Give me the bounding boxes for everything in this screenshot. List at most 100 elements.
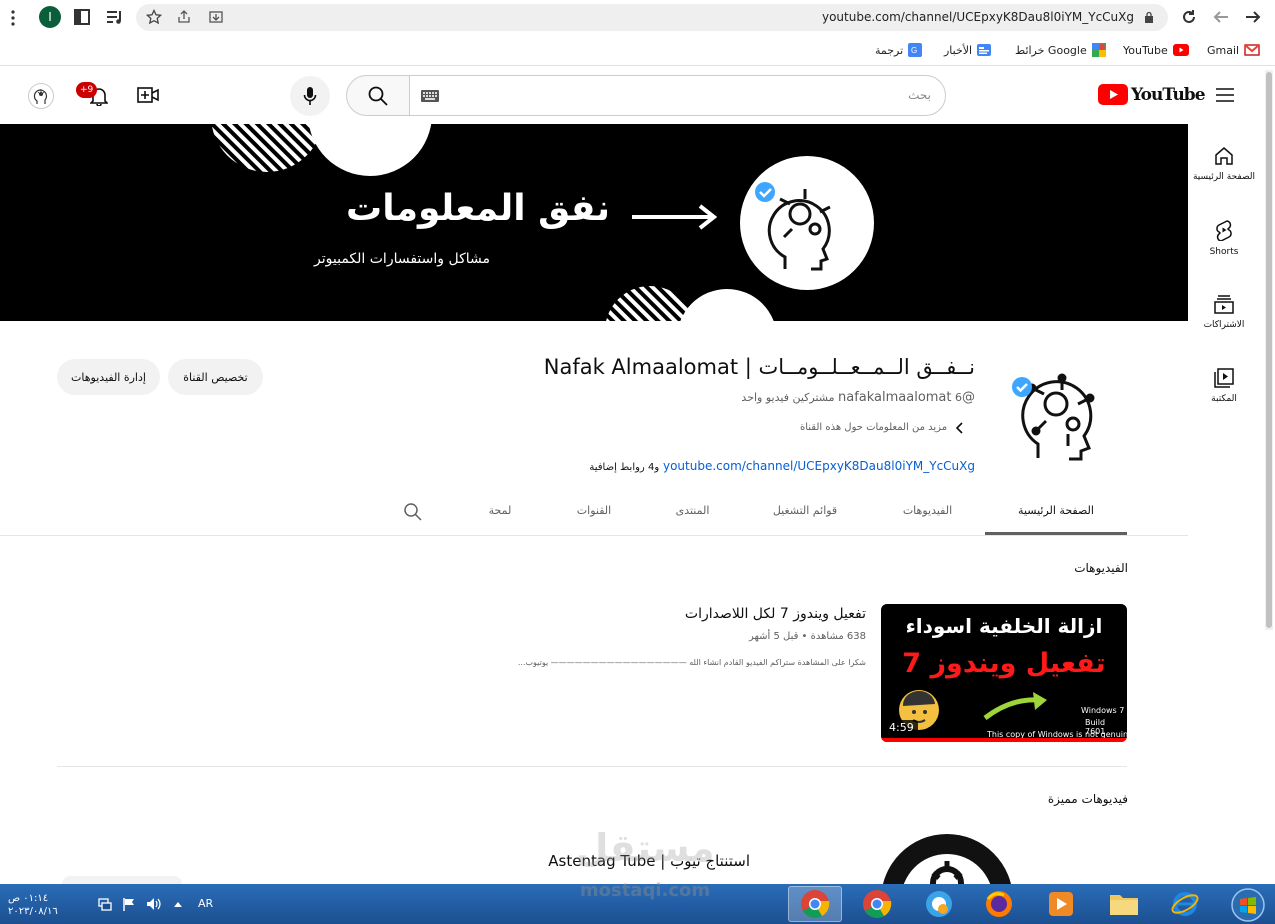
forward-icon[interactable] bbox=[1245, 9, 1261, 25]
taskbar-explorer[interactable] bbox=[1097, 886, 1151, 922]
more-about-text: مزيد من المعلومات حول هذه القناة bbox=[800, 422, 948, 433]
thumb-title-line2: تفعيل ويندوز 7 bbox=[902, 648, 1106, 679]
action-center-flag-icon[interactable] bbox=[122, 897, 136, 911]
customize-channel-button[interactable]: تخصيص القناة bbox=[168, 359, 263, 395]
chrome-icon bbox=[863, 890, 892, 918]
scrollbar-thumb[interactable] bbox=[1266, 72, 1272, 628]
url-text: youtube.com/channel/UCEpxyK8Dau8l0iYM_Yc… bbox=[821, 10, 1134, 24]
network-icon[interactable] bbox=[98, 897, 112, 911]
tab-community[interactable]: المنتدى bbox=[655, 504, 730, 517]
youtube-logo-text: YouTube bbox=[1131, 84, 1206, 105]
chevron-left-icon bbox=[955, 422, 963, 434]
lock-icon[interactable] bbox=[1144, 11, 1154, 23]
browser-toolbar: I youtube.com/channel/UCEpxyK8Dau8l0iYM_… bbox=[0, 0, 1275, 36]
page-scrollbar[interactable] bbox=[1265, 70, 1273, 630]
watermark-ar: مستقل bbox=[575, 826, 715, 870]
install-app-icon[interactable] bbox=[208, 9, 224, 25]
guide-item-library[interactable]: المكتبة bbox=[1188, 354, 1260, 418]
search-icon bbox=[368, 86, 388, 106]
guide-item-label: الاشتراكات bbox=[1203, 320, 1245, 330]
subscribe-button[interactable] bbox=[62, 876, 182, 884]
svg-text:G: G bbox=[911, 46, 917, 55]
back-icon[interactable] bbox=[1213, 9, 1229, 25]
featured-section-heading: فيديوهات مميزة bbox=[1047, 792, 1128, 806]
search-button[interactable] bbox=[346, 75, 410, 116]
microphone-icon bbox=[303, 86, 317, 106]
translate-icon: G bbox=[908, 43, 923, 57]
verified-badge-icon bbox=[1012, 377, 1032, 397]
media-player-icon bbox=[1049, 892, 1073, 916]
create-video-icon[interactable] bbox=[137, 86, 159, 104]
bookmark-label: ترجمة bbox=[875, 43, 904, 57]
voice-search-button[interactable] bbox=[290, 76, 330, 116]
notifications-badge: +9 bbox=[76, 82, 98, 98]
chrome-icon bbox=[801, 890, 830, 918]
channel-meta: @nafakalmaalomat 6 مشتركين فيديو واحد bbox=[690, 390, 975, 405]
tab-videos[interactable]: الفيديوهات bbox=[880, 504, 975, 517]
hamburger-menu-icon[interactable] bbox=[1216, 88, 1234, 102]
keyboard-icon[interactable] bbox=[421, 90, 439, 102]
menu-kebab-icon[interactable] bbox=[11, 10, 15, 26]
shorts-icon bbox=[1215, 219, 1233, 241]
channel-links: و4 روابط إضافية youtube.com/channel/UCEp… bbox=[560, 459, 975, 473]
search-placeholder: بحث bbox=[908, 88, 931, 102]
clock-time: ٠١:١٤ ص bbox=[8, 893, 49, 904]
videos-section-heading: الفيديوهات bbox=[1074, 561, 1128, 575]
profile-avatar[interactable]: I bbox=[39, 6, 61, 28]
guide-item-label: الصفحة الرئيسية bbox=[1192, 172, 1256, 182]
bookmark-news[interactable]: الأخبار bbox=[944, 42, 992, 58]
featured-channel-avatar[interactable] bbox=[880, 833, 1014, 884]
youtube-logo[interactable]: YouTube bbox=[1098, 84, 1206, 105]
tab-channels[interactable]: القنوات bbox=[560, 504, 628, 517]
taskbar-chrome[interactable] bbox=[850, 886, 904, 922]
youtube-logo-icon bbox=[1098, 84, 1128, 105]
media-queue-icon[interactable] bbox=[106, 9, 124, 25]
guide-item-subscriptions[interactable]: الاشتراكات bbox=[1188, 280, 1260, 344]
tabs-divider bbox=[0, 535, 1188, 536]
link-suffix[interactable]: و4 روابط إضافية bbox=[589, 462, 659, 473]
bookmark-label: Gmail bbox=[1207, 43, 1240, 57]
section-divider bbox=[57, 766, 1127, 767]
bookmark-translate[interactable]: ترجمة G bbox=[875, 42, 923, 58]
taskbar-chrome-profile[interactable] bbox=[788, 886, 842, 922]
taskbar-ie[interactable] bbox=[1158, 886, 1212, 922]
video-duration: 4:59 bbox=[885, 720, 918, 735]
tab-playlists[interactable]: قوائم التشغيل bbox=[755, 504, 855, 517]
guide-item-label: Shorts bbox=[1209, 247, 1239, 257]
guide-item-shorts[interactable]: Shorts bbox=[1188, 206, 1260, 270]
manage-videos-button[interactable]: إدارة الفيديوهات bbox=[57, 359, 160, 395]
search-input[interactable]: بحث bbox=[408, 75, 946, 116]
taskbar-firefox[interactable] bbox=[972, 886, 1026, 922]
bookmark-gmail[interactable]: Gmail bbox=[1207, 42, 1260, 58]
banner-subtitle: مشاكل واستفسارات الكمبيوتر bbox=[314, 251, 490, 267]
bookmark-maps[interactable]: خرائط Google bbox=[1015, 42, 1106, 58]
channel-search-icon[interactable] bbox=[404, 503, 422, 521]
tab-about[interactable]: لمحة bbox=[470, 504, 530, 517]
library-icon bbox=[1214, 368, 1234, 388]
channel-link[interactable]: youtube.com/channel/UCEpxyK8Dau8l0iYM_Yc… bbox=[663, 459, 975, 473]
volume-icon[interactable] bbox=[146, 897, 162, 911]
video-title[interactable]: تفعيل ويندوز 7 لكل اللاصدارات bbox=[560, 606, 866, 622]
taskbar-media-player[interactable] bbox=[1034, 886, 1088, 922]
taskbar-app-blue[interactable] bbox=[912, 886, 966, 922]
news-icon bbox=[977, 44, 992, 56]
banner-title: نفق المعلومات bbox=[346, 188, 610, 229]
share-icon[interactable] bbox=[176, 9, 192, 25]
bookmark-star-icon[interactable] bbox=[146, 9, 162, 25]
guide-item-home[interactable]: الصفحة الرئيسية bbox=[1188, 132, 1260, 196]
more-about-link[interactable]: مزيد من المعلومات حول هذه القناة bbox=[800, 422, 975, 434]
language-indicator[interactable]: AR bbox=[198, 897, 213, 910]
tab-home[interactable]: الصفحة الرئيسية bbox=[985, 504, 1127, 517]
reload-icon[interactable] bbox=[1181, 9, 1197, 25]
bookmark-youtube[interactable]: YouTube bbox=[1123, 42, 1189, 58]
folder-icon bbox=[1110, 895, 1138, 915]
address-bar[interactable]: youtube.com/channel/UCEpxyK8Dau8l0iYM_Yc… bbox=[136, 4, 1168, 31]
tray-expand-icon[interactable] bbox=[174, 901, 182, 907]
account-avatar[interactable] bbox=[28, 83, 54, 109]
video-thumbnail[interactable]: ازالة الخلفية اسوداء تفعيل ويندوز 7 Wind… bbox=[881, 604, 1127, 742]
gmail-icon bbox=[1244, 44, 1260, 56]
start-button[interactable] bbox=[1228, 886, 1268, 924]
taskbar-clock[interactable]: ٠١:١٤ ص ٢٠٢٣/٠٨/١٦ bbox=[8, 892, 88, 918]
subscriptions-icon bbox=[1214, 294, 1234, 314]
sidebar-panel-icon[interactable] bbox=[74, 9, 90, 25]
